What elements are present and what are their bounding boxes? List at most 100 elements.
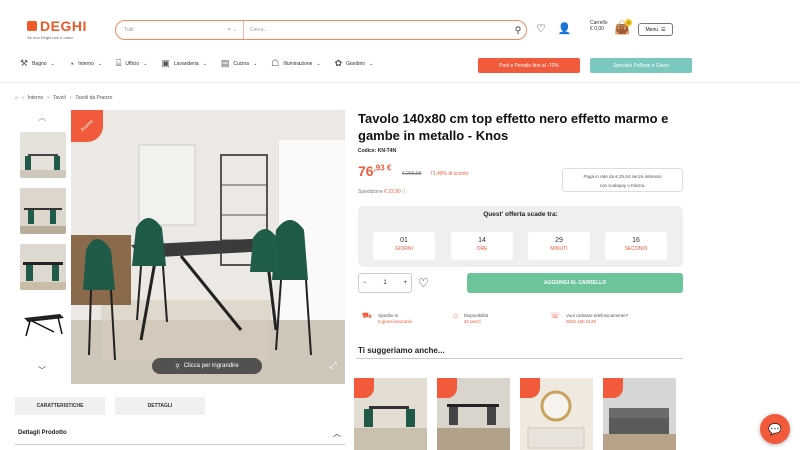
thumbnail-2[interactable] (20, 188, 66, 234)
breadcrumb-item[interactable]: Tavoli (53, 95, 66, 101)
logo[interactable]: DEGHI (27, 18, 87, 34)
countdown-seconds: 16 SECONDI (605, 232, 667, 260)
promo-badge (437, 378, 457, 398)
cart-summary[interactable]: Carrello € 0,00 (590, 20, 608, 32)
nav-item-lavanderia[interactable]: ▣ Lavanderia ⌄ (161, 58, 206, 69)
old-price: € 269,99 (402, 171, 422, 177)
zoom-button[interactable]: ⚲ Clicca per ingrandire (152, 358, 262, 374)
cart-total: € 0,00 (590, 26, 604, 32)
nav-label: Cucina (233, 60, 249, 67)
nav-label: Bagno (32, 60, 47, 67)
installments-line-2: con scalapay o Klarna. (599, 183, 646, 188)
chevron-down-icon: ⌄ (50, 60, 55, 67)
search-category-select[interactable]: Tutti ✕ ⌄ (116, 21, 244, 39)
search-bar[interactable]: Tutti ✕ ⌄ Cerca... ⚲ (115, 20, 527, 40)
wishlist-heart-icon[interactable]: ♡ (418, 276, 429, 290)
account-user-icon[interactable]: 👤 (558, 22, 572, 35)
suggestion-card-3[interactable] (520, 378, 593, 450)
thumb-up-chevron-icon[interactable]: ︿ (38, 112, 46, 123)
chat-bubble-icon[interactable]: 💬 (760, 414, 790, 444)
tab-characteristics[interactable]: CARATTERISTICHE (15, 397, 105, 415)
thumbnail-4[interactable] (20, 300, 66, 346)
countdown-value: 16 (632, 237, 640, 244)
promo-badge (520, 378, 540, 398)
header-divider (0, 82, 800, 83)
lamp-icon: ◔ (68, 58, 75, 69)
shipping-label: Spedizione (358, 189, 383, 195)
tab-details[interactable]: DETTAGLI (115, 397, 205, 415)
nav-label: Giardino (346, 60, 366, 67)
wishlist-heart-icon[interactable]: ♡ (536, 22, 546, 35)
chevron-down-icon: ⌄ (369, 60, 374, 67)
search-icon[interactable]: ⚲ (510, 25, 526, 36)
suggestion-card-1[interactable] (354, 378, 427, 450)
plant-icon: ✿ (334, 58, 343, 68)
home-icon[interactable]: ⌂ (15, 95, 18, 101)
offer-title: Quest' offerta scade tra: (483, 211, 558, 218)
installments-line-1: Paga in rate da € 25,64 senza interessi (583, 174, 662, 179)
breadcrumb-sep: › (47, 95, 49, 101)
product-details-header[interactable]: Dettagli Prodotto (18, 430, 67, 436)
countdown-minutes: 29 MINUTI (528, 232, 590, 260)
promo-badge: Promo (71, 110, 103, 142)
search-input[interactable]: Cerca... (244, 27, 510, 33)
promo-button-left[interactable]: Pool e Pensile fino al -70% (478, 58, 580, 73)
nav-item-illuminazione[interactable]: ☖ Illuminazione ⌄ (271, 58, 320, 69)
add-to-cart-button[interactable]: AGGIUNGI AL CARRELLO (467, 273, 683, 293)
breadcrumb-sep: › (69, 95, 72, 101)
washer-icon: ▣ (161, 58, 170, 68)
thumbnail-3[interactable] (20, 244, 66, 290)
plus-icon[interactable]: + (403, 280, 407, 286)
countdown-value: 01 (400, 237, 408, 244)
breadcrumb-sep: › (22, 95, 24, 101)
chevron-down-icon: ⌄ (316, 60, 321, 67)
logo-text: DEGHI (40, 18, 87, 34)
fullscreen-icon[interactable]: ⤢ (326, 358, 340, 372)
product-price: 76,93 € (358, 163, 391, 179)
nav-label: Lavanderia (173, 60, 199, 67)
suggestion-card-4[interactable] (603, 378, 676, 450)
discount-label: 71,40% di sconto (430, 171, 469, 177)
phone-icon: ☏ (550, 311, 561, 320)
magnifier-icon: ⚲ (175, 363, 180, 370)
nav-item-ufficio[interactable]: ⌸ Ufficio ⌄ (116, 58, 147, 69)
breadcrumb: ⌂ › Interno › Tavoli › Tavoli da Pranzo (15, 95, 112, 101)
price-decimal: ,93 € (373, 163, 392, 173)
feature-value: 5 giorni lavorativi (378, 319, 412, 324)
box-icon: ⌂ (453, 311, 458, 320)
promo-badge (603, 378, 623, 398)
countdown-days: 01 GIORNI (373, 232, 435, 260)
suggestions-title: Ti suggeriamo anche... (358, 346, 445, 355)
nav-item-cucina[interactable]: ▤ Cucina ⌄ (221, 58, 257, 69)
nav-item-interno[interactable]: ◔ Interno ⌄ (69, 59, 102, 69)
feature-shipping: ⛟ Spedito in 5 giorni lavorativi (362, 312, 412, 325)
menu-button[interactable]: Menu ☰ (638, 23, 673, 36)
chevron-down-icon: ⌄ (97, 60, 102, 67)
clear-chevron-icon[interactable]: ✕ ⌄ (227, 27, 237, 33)
chevron-up-icon[interactable]: ︿ (333, 428, 341, 439)
countdown-value: 14 (478, 237, 486, 244)
nav-item-giardino[interactable]: ✿ Giardino ⌄ (335, 58, 374, 69)
countdown-unit: ORE (476, 246, 488, 252)
promo-button-right[interactable]: Speciale Pallone e Gioco (590, 58, 692, 73)
nav-label: Illuminazione (283, 60, 313, 67)
thumb-down-chevron-icon[interactable]: ﹀ (38, 365, 46, 376)
info-icon[interactable]: ⓘ (402, 189, 407, 195)
installments-box[interactable]: Paga in rate da € 25,64 senza interessi … (562, 168, 683, 192)
minus-icon[interactable]: − (363, 280, 367, 286)
shipping-info: Spedizione € 22,90 ⓘ (358, 188, 407, 195)
promo-badge (354, 378, 374, 398)
logo-tagline: Se non Deghi non è unico (27, 35, 74, 40)
quantity-value[interactable]: 1 (383, 280, 386, 286)
nav-item-bagno[interactable]: ⚒ Bagno ⌄ (20, 58, 55, 69)
desk-icon: ⌸ (115, 58, 122, 68)
kitchen-icon: ▤ (220, 58, 230, 68)
product-main-image[interactable] (71, 110, 345, 384)
suggestion-card-2[interactable] (437, 378, 510, 450)
thumbnail-1[interactable] (20, 132, 66, 178)
feature-value[interactable]: 0832 156 0129 (566, 319, 596, 324)
breadcrumb-item-current: Tavoli da Pranzo (75, 95, 113, 101)
breadcrumb-item[interactable]: Interno (28, 95, 44, 101)
quantity-stepper[interactable]: − 1 + (358, 273, 412, 293)
details-divider (15, 444, 345, 445)
